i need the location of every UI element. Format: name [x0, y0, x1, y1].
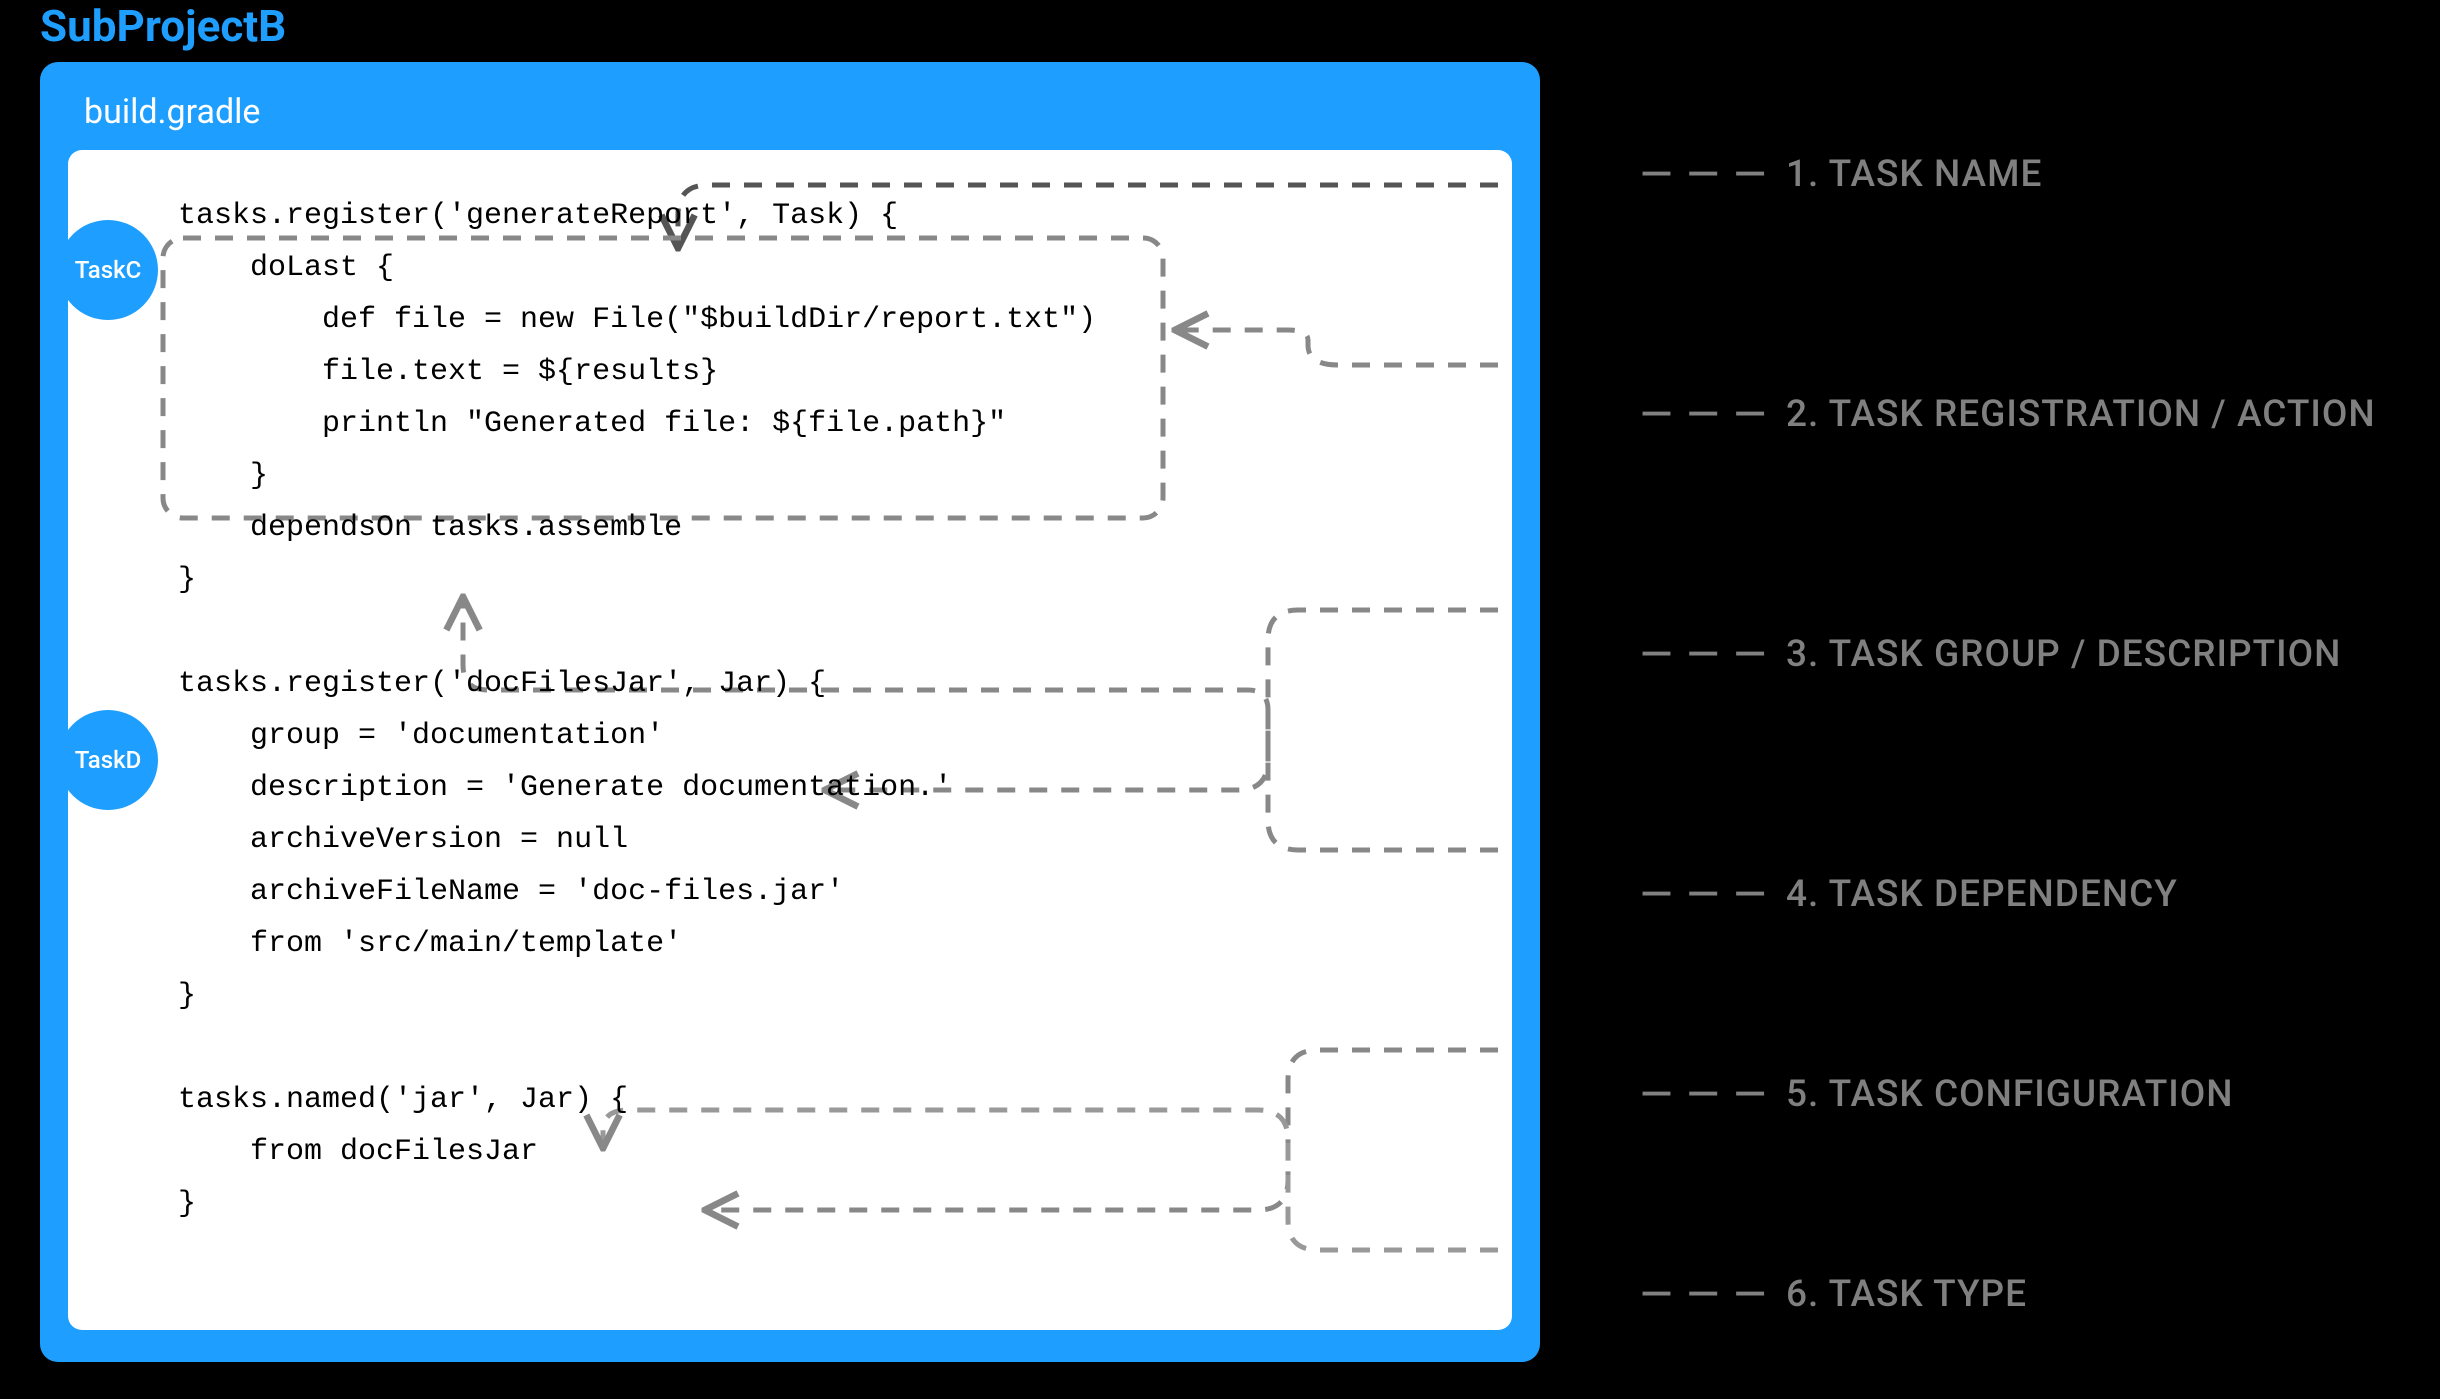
code-line: } — [178, 563, 196, 597]
task-pill-d: TaskD — [58, 710, 158, 810]
project-title: SubProjectB — [40, 0, 286, 52]
code-line: dependsOn tasks.assemble — [178, 511, 682, 545]
code-line: println "Generated file: ${file.path}" — [178, 407, 1006, 441]
code-line: tasks.register('docFilesJar', Jar) { — [178, 667, 826, 701]
code-line: } — [178, 979, 196, 1013]
code-line: group = 'documentation' — [178, 719, 664, 753]
dash-leader: — — — — [1640, 630, 1768, 679]
dash-leader: — — — — [1640, 1070, 1768, 1119]
dash-leader: — — — — [1640, 390, 1768, 439]
task-pill-c-label: TaskC — [75, 256, 142, 284]
annotation-1: — — — 1. TASK NAME — [1640, 150, 2042, 199]
code-line: } — [178, 459, 268, 493]
annotation-4: — — — 4. TASK DEPENDENCY — [1640, 870, 2178, 919]
task-pill-d-label: TaskD — [75, 746, 142, 774]
annotation-3: — — — 3. TASK GROUP / DESCRIPTION — [1640, 630, 2341, 679]
code-line: doLast { — [178, 251, 394, 285]
annotation-4-text: 4. TASK DEPENDENCY — [1786, 873, 2178, 916]
task-pill-c: TaskC — [58, 220, 158, 320]
annotation-5: — — — 5. TASK CONFIGURATION — [1640, 1070, 2233, 1119]
code-line: from 'src/main/template' — [178, 927, 682, 961]
code-line: description = 'Generate documentation.' — [178, 771, 952, 805]
code-line: file.text = ${results} — [178, 355, 718, 389]
code-line: from docFilesJar — [178, 1135, 538, 1169]
annotation-5-text: 5. TASK CONFIGURATION — [1786, 1073, 2234, 1116]
code-line: tasks.named('jar', Jar) { — [178, 1083, 628, 1117]
code-line: def file = new File("$buildDir/report.tx… — [178, 303, 1096, 337]
code-block: tasks.register('generateReport', Task) {… — [178, 190, 1482, 1230]
code-line: tasks.register('generateReport', Task) { — [178, 199, 898, 233]
annotation-1-text: 1. TASK NAME — [1786, 153, 2042, 196]
code-line: } — [178, 1187, 196, 1221]
diagram-stage: SubProjectB build.gradle TaskC TaskD tas… — [0, 0, 2440, 1399]
code-line: archiveVersion = null — [178, 823, 628, 857]
annotation-6-text: 6. TASK TYPE — [1786, 1273, 2027, 1316]
file-name: build.gradle — [68, 82, 1512, 150]
dash-leader: — — — — [1640, 870, 1768, 919]
annotation-2-text: 2. TASK REGISTRATION / ACTION — [1786, 393, 2376, 436]
dash-leader: — — — — [1640, 1270, 1768, 1319]
annotation-2: — — — 2. TASK REGISTRATION / ACTION — [1640, 390, 2376, 439]
dash-leader: — — — — [1640, 150, 1768, 199]
annotation-3-text: 3. TASK GROUP / DESCRIPTION — [1786, 633, 2341, 676]
file-panel: build.gradle TaskC TaskD tasks.register(… — [40, 62, 1540, 1362]
code-line: archiveFileName = 'doc-files.jar' — [178, 875, 844, 909]
code-card: TaskC TaskD tasks.register('generateRepo… — [68, 150, 1512, 1330]
annotation-6: — — — 6. TASK TYPE — [1640, 1270, 2027, 1319]
